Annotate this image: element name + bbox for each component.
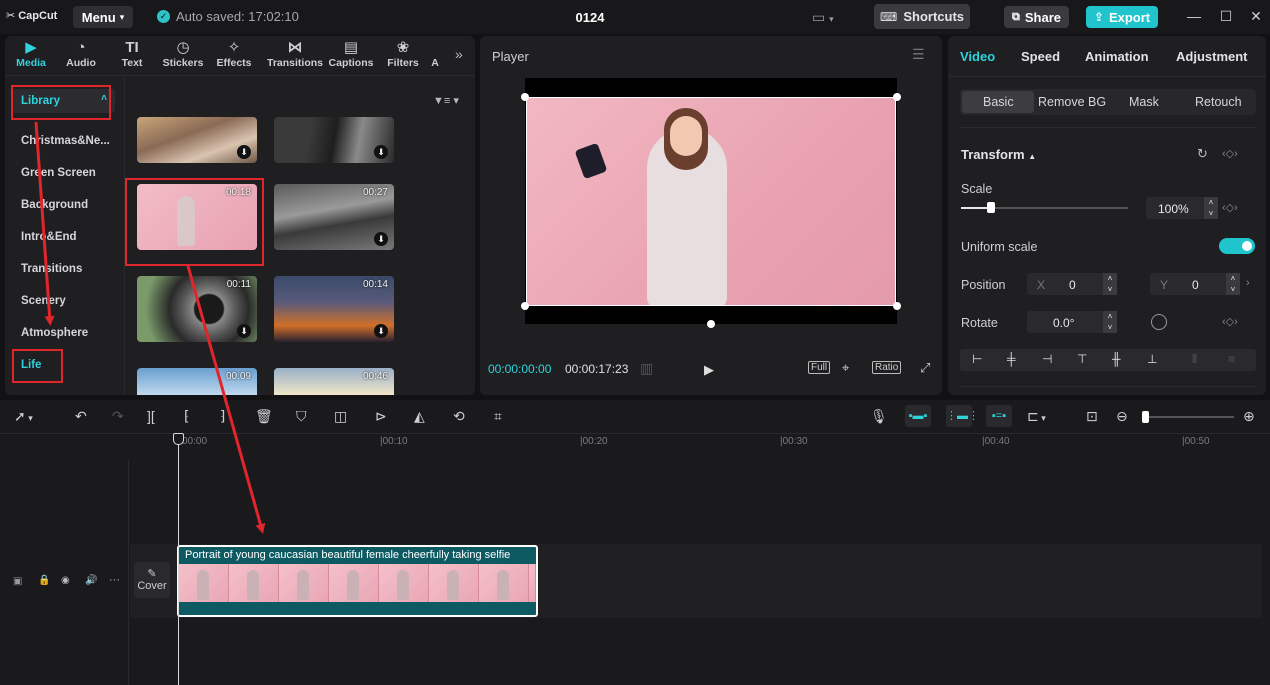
annotation-arrows xyxy=(34,121,266,534)
annotation-arrow xyxy=(34,121,55,326)
annotation-arrow xyxy=(186,265,266,534)
